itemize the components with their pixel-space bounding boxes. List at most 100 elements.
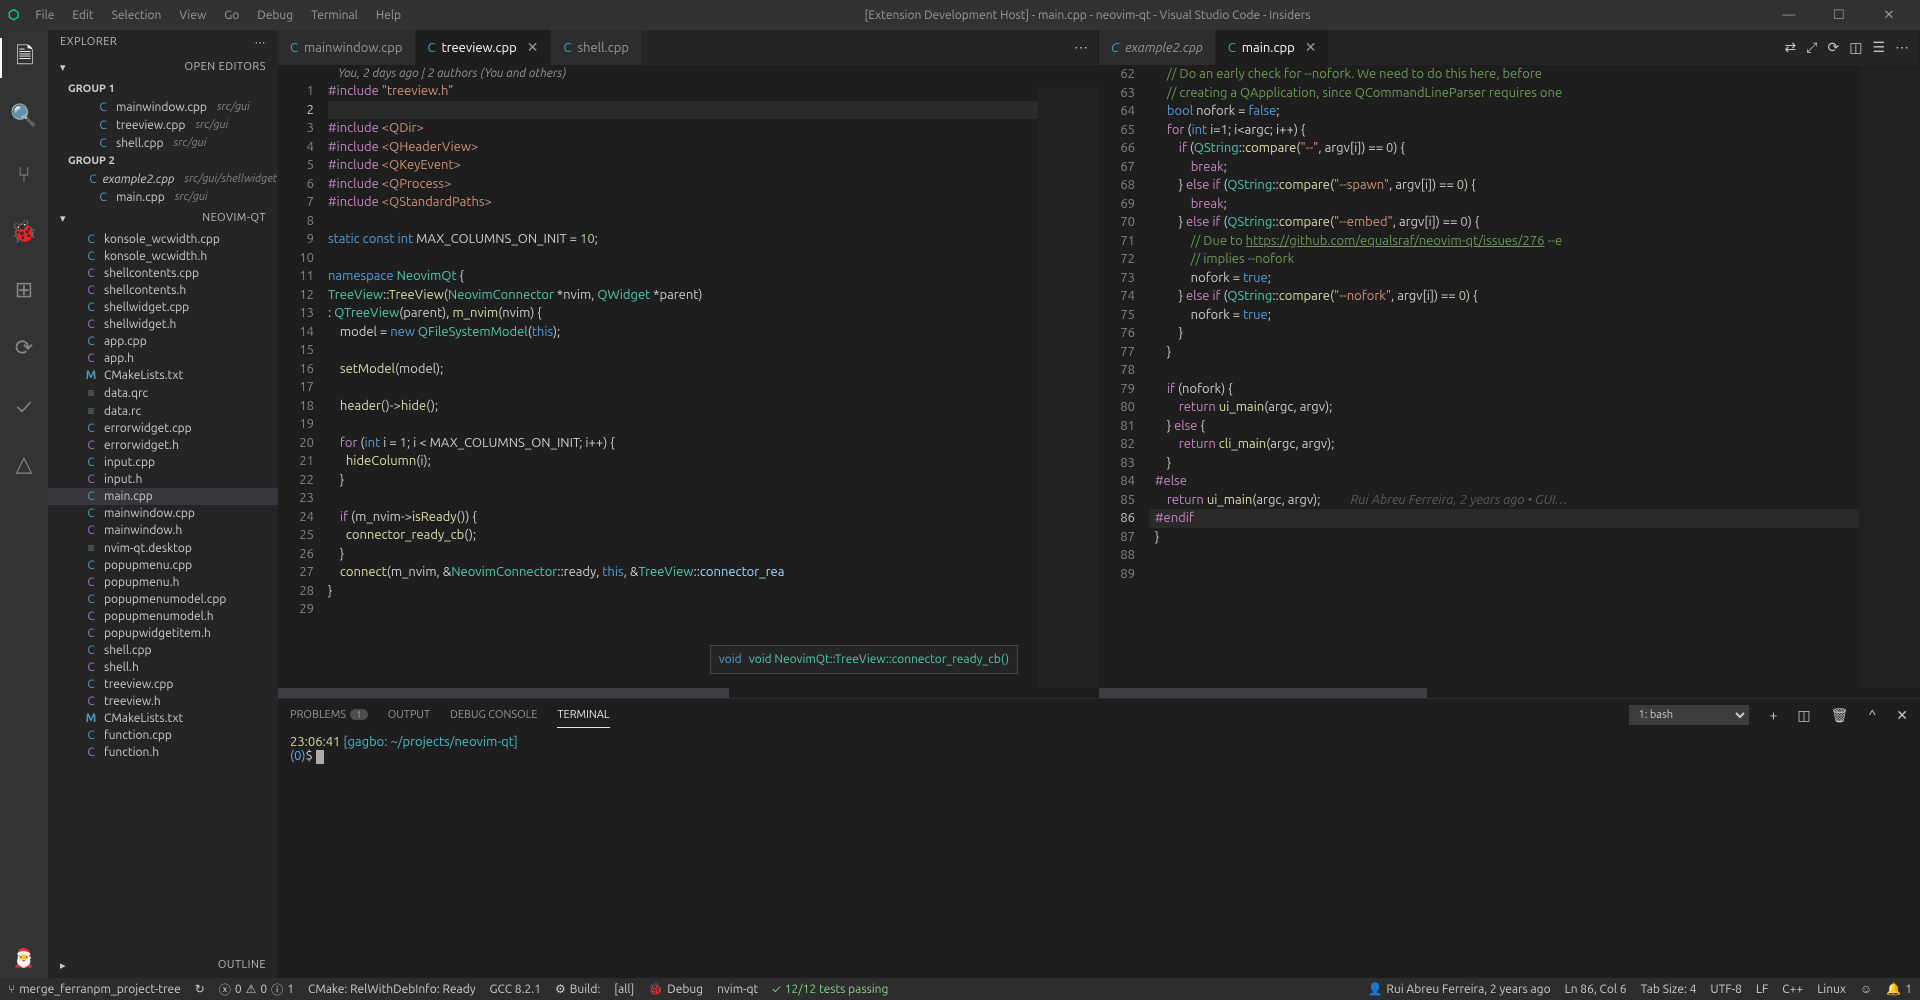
tree-item[interactable]: Cmain.cpp	[48, 488, 278, 505]
menu-selection[interactable]: Selection	[104, 5, 170, 26]
tree-item[interactable]: ≡data.qrc	[48, 384, 278, 402]
menu-edit[interactable]: Edit	[64, 5, 101, 26]
tree-item[interactable]: Cmainwindow.h	[48, 522, 278, 539]
panel-tab-problems[interactable]: PROBLEMS1	[290, 703, 368, 727]
tree-item[interactable]: Ckonsole_wcwidth.h	[48, 248, 278, 265]
account-icon[interactable]: 🎅	[0, 938, 48, 978]
open-editor-item[interactable]: ○Ctreeview.cppsrc/gui	[48, 116, 278, 134]
open-editor-item[interactable]: ○Cmainwindow.cppsrc/gui	[48, 98, 278, 116]
cmake-status[interactable]: CMake: RelWithDebInfo: Ready	[308, 983, 476, 996]
close-button[interactable]: ✕	[1866, 0, 1912, 30]
horizontal-scrollbar[interactable]	[1099, 688, 1427, 698]
tree-item[interactable]: Cmainwindow.cpp	[48, 505, 278, 522]
tree-item[interactable]: Capp.h	[48, 350, 278, 367]
editor-tab[interactable]: Ctreeview.cpp✕	[416, 30, 552, 65]
close-panel-icon[interactable]: ✕	[1896, 707, 1908, 724]
menu-view[interactable]: View	[171, 5, 214, 26]
menu-help[interactable]: Help	[368, 5, 409, 26]
editor-tab[interactable]: Cshell.cpp	[551, 30, 642, 65]
os[interactable]: Linux	[1817, 983, 1846, 996]
tree-item[interactable]: ≡data.rc	[48, 402, 278, 420]
split-icon[interactable]: ◫	[1849, 39, 1862, 56]
language[interactable]: C++	[1782, 983, 1803, 996]
tree-item[interactable]: Ckonsole_wcwidth.cpp	[48, 231, 278, 248]
more-actions-icon[interactable]: ⋯	[1074, 39, 1088, 56]
search-icon[interactable]: 🔍	[0, 96, 48, 136]
editor-tab[interactable]: Cexample2.cpp	[1099, 30, 1216, 65]
test-icon[interactable]: ✓	[0, 386, 48, 426]
open-editors-header[interactable]: OPEN EDITORS	[48, 55, 278, 80]
tree-item[interactable]: Cerrorwidget.h	[48, 437, 278, 454]
source-control-icon[interactable]: ⑂	[0, 154, 48, 194]
split-terminal-icon[interactable]: ◫	[1797, 707, 1810, 724]
tree-item[interactable]: MCMakeLists.txt	[48, 367, 278, 384]
tree-item[interactable]: ≡nvim-qt.desktop	[48, 539, 278, 557]
tree-item[interactable]: Cshellwidget.cpp	[48, 299, 278, 316]
new-terminal-icon[interactable]: +	[1769, 707, 1777, 723]
code-editor-right[interactable]: 6263646566676869707172737475767778798081…	[1099, 65, 1919, 688]
horizontal-scrollbar[interactable]	[278, 688, 729, 698]
tree-item[interactable]: MCMakeLists.txt	[48, 710, 278, 727]
minimap[interactable]	[1038, 82, 1098, 688]
tree-item[interactable]: Cinput.h	[48, 471, 278, 488]
menu-debug[interactable]: Debug	[249, 5, 301, 26]
maximize-button[interactable]: ☐	[1816, 0, 1862, 30]
sync-status[interactable]: ↻	[195, 982, 205, 996]
tree-item[interactable]: Cpopupmenumodel.cpp	[48, 591, 278, 608]
tree-item[interactable]: Cshellcontents.h	[48, 282, 278, 299]
tree-item[interactable]: Cshell.h	[48, 659, 278, 676]
feedback-icon[interactable]: ☺	[1860, 982, 1872, 996]
menu-terminal[interactable]: Terminal	[303, 5, 366, 26]
debug-status[interactable]: 🐞 Debug	[648, 982, 703, 996]
cursor-position[interactable]: Ln 86, Col 6	[1565, 983, 1627, 996]
refresh-icon[interactable]: ⟳	[1827, 39, 1839, 56]
layout-icon[interactable]: ☰	[1872, 39, 1885, 56]
extensions-icon[interactable]: ⊞	[0, 270, 48, 310]
branch-status[interactable]: ⑂ merge_ferranpm_project-tree	[8, 983, 181, 996]
minimap[interactable]	[1859, 65, 1919, 688]
file-tree[interactable]: Ckonsole_wcwidth.cppCkonsole_wcwidth.hCs…	[48, 231, 278, 953]
editor-tab[interactable]: Cmainwindow.cpp	[278, 30, 416, 65]
panel-tab-terminal[interactable]: TERMINAL	[557, 703, 609, 728]
exe-status[interactable]: nvim-qt	[717, 983, 758, 996]
problems-status[interactable]: ⓧ 0 ⚠ 0 ⓘ 1	[219, 981, 294, 998]
compare-icon[interactable]: ⇄	[1785, 39, 1797, 56]
open-editor-item[interactable]: ○Cshell.cppsrc/gui	[48, 134, 278, 152]
tree-item[interactable]: Cshellwidget.h	[48, 316, 278, 333]
outline-header[interactable]: OUTLINE	[48, 953, 278, 978]
blame-status[interactable]: 👤 Rui Abreu Ferreira, 2 years ago	[1367, 982, 1550, 996]
tree-item[interactable]: Cfunction.cpp	[48, 727, 278, 744]
remote-icon[interactable]: ⟳	[0, 328, 48, 368]
tree-item[interactable]: Cshellcontents.cpp	[48, 265, 278, 282]
tree-item[interactable]: Cpopupmenu.cpp	[48, 557, 278, 574]
editor-tab[interactable]: Cmain.cpp✕	[1216, 30, 1330, 65]
code-editor-left[interactable]: 1234567891011121314151617181920212223242…	[278, 82, 1098, 688]
close-tab-icon[interactable]: ✕	[527, 39, 539, 56]
panel-tab-debug[interactable]: DEBUG CONSOLE	[450, 703, 537, 727]
menu-file[interactable]: File	[27, 5, 62, 26]
tree-item[interactable]: Cerrorwidget.cpp	[48, 420, 278, 437]
alert-icon[interactable]: △	[0, 444, 48, 484]
panel-tab-output[interactable]: OUTPUT	[388, 703, 430, 727]
tree-item[interactable]: Cpopupmenumodel.h	[48, 608, 278, 625]
maximize-panel-icon[interactable]: ^	[1868, 707, 1876, 723]
project-header[interactable]: NEOVIM-QT	[48, 206, 278, 231]
more-icon[interactable]: ⋯	[1895, 39, 1909, 56]
open-editor-item[interactable]: ✕Cmain.cppsrc/gui	[48, 188, 278, 206]
kill-terminal-icon[interactable]: 🗑	[1831, 707, 1849, 724]
open-editor-item[interactable]: ○Cexample2.cppsrc/gui/shellwidget	[48, 170, 278, 188]
notifications-icon[interactable]: 🔔 1	[1886, 982, 1912, 996]
eol[interactable]: LF	[1756, 983, 1768, 996]
minimize-button[interactable]: —	[1766, 0, 1812, 30]
tree-item[interactable]: Cpopupmenu.h	[48, 574, 278, 591]
terminal[interactable]: 23:06:41 [gagbo: ~/projects/neovim-qt] (…	[278, 731, 1920, 978]
tree-item[interactable]: Capp.cpp	[48, 333, 278, 350]
open-changes-icon[interactable]: ⤢	[1806, 39, 1817, 56]
tree-item[interactable]: Ctreeview.h	[48, 693, 278, 710]
explorer-icon[interactable]: 🗎	[0, 38, 48, 78]
tree-item[interactable]: Cpopupwidgetitem.h	[48, 625, 278, 642]
tree-item[interactable]: Cshell.cpp	[48, 642, 278, 659]
tree-item[interactable]: Cinput.cpp	[48, 454, 278, 471]
close-tab-icon[interactable]: ✕	[1305, 39, 1317, 56]
target-status[interactable]: [all]	[614, 983, 634, 996]
